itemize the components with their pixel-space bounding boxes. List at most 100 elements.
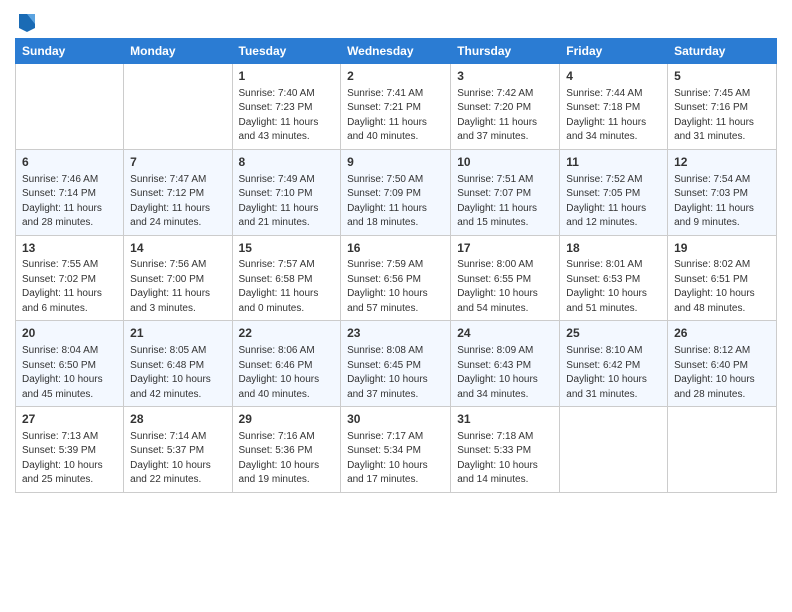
day-number: 6: [22, 154, 117, 171]
day-cell: 28Sunrise: 7:14 AMSunset: 5:37 PMDayligh…: [124, 407, 232, 493]
day-info: Sunrise: 7:56 AMSunset: 7:00 PMDaylight:…: [130, 258, 225, 316]
day-cell: 14Sunrise: 7:56 AMSunset: 7:00 PMDayligh…: [124, 235, 232, 321]
week-row-2: 6 Sunrise: 7:46 AMSunset: 7:14 PMDaylight…: [16, 149, 777, 235]
day-info: Sunrise: 7:51 AMSunset: 7:07 PMDaylight:…: [457, 173, 553, 231]
day-info: Sunrise: 7:59 AMSunset: 6:56 PMDaylight:…: [347, 258, 444, 316]
day-number: 22: [239, 325, 335, 342]
day-cell: 3 Sunrise: 7:42 AMSunset: 7:20 PMDaylight…: [451, 64, 560, 150]
day-info: Sunrise: 7:14 AMSunset: 5:37 PMDaylight:…: [130, 430, 225, 488]
day-cell: 21 Sunrise: 8:05 AMSunset: 6:48 PMDayligh…: [124, 321, 232, 407]
day-cell: 23 Sunrise: 8:08 AMSunset: 6:45 PMDayligh…: [341, 321, 451, 407]
week-row-4: 20 Sunrise: 8:04 AMSunset: 6:50 PMDayligh…: [16, 321, 777, 407]
day-cell: 6 Sunrise: 7:46 AMSunset: 7:14 PMDaylight…: [16, 149, 124, 235]
day-number: 5: [674, 68, 770, 85]
day-number: 8: [239, 154, 335, 171]
day-info: Sunrise: 7:44 AMSunset: 7:18 PMDaylight:…: [566, 87, 661, 145]
logo-icon: [17, 10, 37, 34]
col-header-sunday: Sunday: [16, 39, 124, 64]
day-info: Sunrise: 7:55 AMSunset: 7:02 PMDaylight:…: [22, 258, 117, 316]
day-info: Sunrise: 7:47 AMSunset: 7:12 PMDaylight:…: [130, 173, 225, 231]
day-info: Sunrise: 8:02 AMSunset: 6:51 PMDaylight:…: [674, 258, 770, 316]
day-number: 21: [130, 325, 225, 342]
day-info: Sunrise: 7:49 AMSunset: 7:10 PMDaylight:…: [239, 173, 335, 231]
day-number: 9: [347, 154, 444, 171]
day-number: 31: [457, 411, 553, 428]
day-number: 16: [347, 240, 444, 257]
day-cell: 8 Sunrise: 7:49 AMSunset: 7:10 PMDaylight…: [232, 149, 341, 235]
day-cell: 30 Sunrise: 7:17 AMSunset: 5:34 PMDayligh…: [341, 407, 451, 493]
day-cell: 9 Sunrise: 7:50 AMSunset: 7:09 PMDaylight…: [341, 149, 451, 235]
day-number: 1: [239, 68, 335, 85]
day-cell: 15Sunrise: 7:57 AMSunset: 6:58 PMDayligh…: [232, 235, 341, 321]
day-info: Sunrise: 7:54 AMSunset: 7:03 PMDaylight:…: [674, 173, 770, 231]
day-info: Sunrise: 7:57 AMSunset: 6:58 PMDaylight:…: [239, 258, 335, 316]
day-cell: 17Sunrise: 8:00 AMSunset: 6:55 PMDayligh…: [451, 235, 560, 321]
day-number: 11: [566, 154, 661, 171]
day-cell: 1 Sunrise: 7:40 AMSunset: 7:23 PMDaylight…: [232, 64, 341, 150]
week-row-5: 27 Sunrise: 7:13 AMSunset: 5:39 PMDayligh…: [16, 407, 777, 493]
day-info: Sunrise: 7:41 AMSunset: 7:21 PMDaylight:…: [347, 87, 444, 145]
day-number: 30: [347, 411, 444, 428]
day-info: Sunrise: 7:46 AMSunset: 7:14 PMDaylight:…: [22, 173, 117, 231]
day-cell: 4 Sunrise: 7:44 AMSunset: 7:18 PMDaylight…: [560, 64, 668, 150]
day-info: Sunrise: 8:08 AMSunset: 6:45 PMDaylight:…: [347, 344, 444, 402]
calendar-table: SundayMondayTuesdayWednesdayThursdayFrid…: [15, 38, 777, 493]
day-cell: 24 Sunrise: 8:09 AMSunset: 6:43 PMDayligh…: [451, 321, 560, 407]
day-cell: 22 Sunrise: 8:06 AMSunset: 6:46 PMDayligh…: [232, 321, 341, 407]
header: [15, 10, 777, 30]
col-header-saturday: Saturday: [668, 39, 777, 64]
day-info: Sunrise: 8:12 AMSunset: 6:40 PMDaylight:…: [674, 344, 770, 402]
day-number: 25: [566, 325, 661, 342]
day-number: 20: [22, 325, 117, 342]
day-cell: 5 Sunrise: 7:45 AMSunset: 7:16 PMDaylight…: [668, 64, 777, 150]
day-number: 7: [130, 154, 225, 171]
day-cell: 25Sunrise: 8:10 AMSunset: 6:42 PMDayligh…: [560, 321, 668, 407]
col-header-friday: Friday: [560, 39, 668, 64]
day-number: 29: [239, 411, 335, 428]
day-cell: 26 Sunrise: 8:12 AMSunset: 6:40 PMDayligh…: [668, 321, 777, 407]
day-number: 19: [674, 240, 770, 257]
day-info: Sunrise: 8:05 AMSunset: 6:48 PMDaylight:…: [130, 344, 225, 402]
day-number: 26: [674, 325, 770, 342]
day-number: 14: [130, 240, 225, 257]
day-number: 17: [457, 240, 553, 257]
day-number: 10: [457, 154, 553, 171]
day-info: Sunrise: 8:06 AMSunset: 6:46 PMDaylight:…: [239, 344, 335, 402]
day-number: 13: [22, 240, 117, 257]
day-cell: 27 Sunrise: 7:13 AMSunset: 5:39 PMDayligh…: [16, 407, 124, 493]
day-info: Sunrise: 7:50 AMSunset: 7:09 PMDaylight:…: [347, 173, 444, 231]
header-row: SundayMondayTuesdayWednesdayThursdayFrid…: [16, 39, 777, 64]
day-info: Sunrise: 7:18 AMSunset: 5:33 PMDaylight:…: [457, 430, 553, 488]
day-cell: [16, 64, 124, 150]
day-number: 2: [347, 68, 444, 85]
day-info: Sunrise: 8:09 AMSunset: 6:43 PMDaylight:…: [457, 344, 553, 402]
week-row-1: 1 Sunrise: 7:40 AMSunset: 7:23 PMDaylight…: [16, 64, 777, 150]
day-number: 15: [239, 240, 335, 257]
day-info: Sunrise: 7:42 AMSunset: 7:20 PMDaylight:…: [457, 87, 553, 145]
day-cell: 2 Sunrise: 7:41 AMSunset: 7:21 PMDaylight…: [341, 64, 451, 150]
day-info: Sunrise: 8:04 AMSunset: 6:50 PMDaylight:…: [22, 344, 117, 402]
page: SundayMondayTuesdayWednesdayThursdayFrid…: [0, 0, 792, 612]
day-number: 18: [566, 240, 661, 257]
day-cell: [124, 64, 232, 150]
week-row-3: 13Sunrise: 7:55 AMSunset: 7:02 PMDayligh…: [16, 235, 777, 321]
col-header-thursday: Thursday: [451, 39, 560, 64]
day-number: 24: [457, 325, 553, 342]
day-number: 3: [457, 68, 553, 85]
col-header-wednesday: Wednesday: [341, 39, 451, 64]
day-cell: 13Sunrise: 7:55 AMSunset: 7:02 PMDayligh…: [16, 235, 124, 321]
day-number: 4: [566, 68, 661, 85]
day-cell: [668, 407, 777, 493]
day-info: Sunrise: 7:13 AMSunset: 5:39 PMDaylight:…: [22, 430, 117, 488]
logo: [15, 10, 37, 30]
day-cell: 18Sunrise: 8:01 AMSunset: 6:53 PMDayligh…: [560, 235, 668, 321]
day-number: 27: [22, 411, 117, 428]
day-cell: 10 Sunrise: 7:51 AMSunset: 7:07 PMDayligh…: [451, 149, 560, 235]
day-info: Sunrise: 7:16 AMSunset: 5:36 PMDaylight:…: [239, 430, 335, 488]
day-info: Sunrise: 7:52 AMSunset: 7:05 PMDaylight:…: [566, 173, 661, 231]
day-number: 23: [347, 325, 444, 342]
day-info: Sunrise: 7:17 AMSunset: 5:34 PMDaylight:…: [347, 430, 444, 488]
day-info: Sunrise: 7:40 AMSunset: 7:23 PMDaylight:…: [239, 87, 335, 145]
day-info: Sunrise: 7:45 AMSunset: 7:16 PMDaylight:…: [674, 87, 770, 145]
day-cell: 29 Sunrise: 7:16 AMSunset: 5:36 PMDayligh…: [232, 407, 341, 493]
